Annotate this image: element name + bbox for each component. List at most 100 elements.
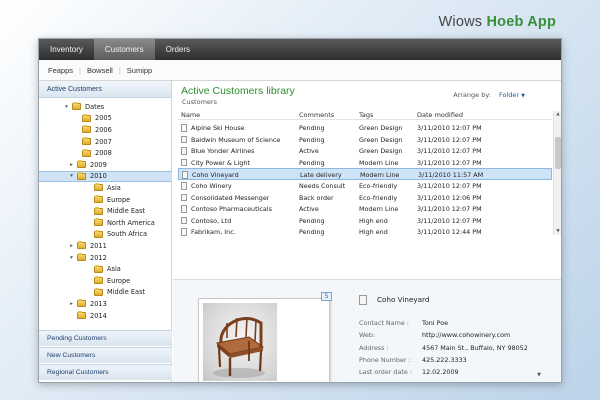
table-row[interactable]: Contoso Pharmaceuticals Active Modern Line…: [178, 203, 552, 215]
table-scrollbar[interactable]: ▲ ▼: [553, 111, 561, 235]
tab-inventory[interactable]: Inventory: [39, 39, 94, 60]
chevron-down-icon[interactable]: ▼: [537, 372, 541, 378]
tree-item[interactable]: ▸ 2013: [39, 298, 172, 310]
tree-item[interactable]: Europe: [39, 275, 172, 287]
tree-item-label: Middle East: [107, 207, 146, 216]
tree-item[interactable]: South Africa: [39, 229, 172, 241]
table-row[interactable]: City Power & Light Pending Modern Line 3/11…: [178, 157, 552, 169]
folder-icon: [94, 264, 103, 273]
folder-icon: [94, 276, 103, 285]
cell-comments: Pending: [299, 228, 325, 237]
tree-item-label: 2014: [90, 311, 107, 320]
expand-arrow-icon[interactable]: ▾: [63, 104, 70, 110]
cell-name: Alpine Ski House: [191, 124, 245, 132]
tree-item[interactable]: 2006: [39, 124, 172, 136]
chevron-down-icon[interactable]: ▼: [521, 93, 525, 99]
tree-item[interactable]: Europe: [39, 194, 172, 206]
tree-item[interactable]: Middle East: [39, 287, 172, 299]
arrange-by-label: Arrange by:: [453, 91, 491, 99]
table-row[interactable]: Coho Vineyard Late delivery Modern Line 3/1…: [178, 168, 552, 180]
folder-icon: [94, 183, 103, 192]
scroll-down-icon[interactable]: ▼: [554, 228, 561, 235]
tree-item[interactable]: ▸ 2011: [39, 240, 172, 252]
subnav-item-sumipp[interactable]: Sumipp: [127, 66, 152, 75]
tree-item[interactable]: ▾ 2010: [39, 170, 172, 183]
table-row[interactable]: Blue Yonder Airlines Active Green Design 3/…: [178, 145, 552, 157]
main-panel: Active Customers library Customers Arran…: [173, 81, 561, 383]
tree-item[interactable]: 2008: [39, 147, 172, 159]
cell-date: 3/11/2010 12:07 PM: [417, 158, 482, 167]
cell-name: Baldwin Museum of Science: [191, 135, 281, 144]
tree-item[interactable]: Asia: [39, 263, 172, 275]
scrollbar-thumb[interactable]: [555, 137, 561, 169]
subnav-separator: |: [79, 65, 81, 75]
document-icon: [181, 193, 187, 202]
field-value[interactable]: http://www.cohowinery.com: [422, 331, 510, 339]
sidebar: Active Customers ▾ Dates 2005 2006 2007 2008 ▸…: [39, 81, 172, 382]
tree-item[interactable]: ▾ Dates: [39, 101, 172, 113]
detail-customer-name: Coho Vineyard: [377, 295, 430, 304]
tree-item-label: Asia: [107, 183, 121, 192]
tab-orders[interactable]: Orders: [155, 39, 201, 60]
document-icon: [181, 158, 187, 167]
folder-icon: [77, 311, 86, 320]
subnav-item-bowsell[interactable]: Bowsell: [87, 66, 113, 75]
tree-item[interactable]: North America: [39, 217, 172, 229]
tree-item-label: 2010: [90, 172, 107, 181]
expand-arrow-icon[interactable]: ▸: [68, 301, 75, 307]
table-row[interactable]: Coho Winery Needs Consult Eco-friendly 3/11…: [178, 180, 552, 192]
field-value: SKU 45829X: [422, 381, 462, 383]
cell-name: City Power & Light: [191, 158, 250, 167]
folder-icon: [82, 125, 91, 134]
tab-customers[interactable]: Customers: [93, 39, 155, 60]
folder-icon: [82, 148, 91, 157]
folder-icon: [77, 171, 86, 180]
table-header: Name Comments Tags Date modified: [178, 110, 552, 120]
cell-comments: Pending: [299, 124, 325, 132]
cell-tags: Modern Line: [360, 171, 400, 180]
table-row[interactable]: Alpine Ski House Pending Green Design 3/11/…: [178, 122, 552, 134]
table-row[interactable]: Baldwin Museum of Science Pending Green De…: [178, 134, 552, 146]
cell-date: 3/11/2010 12:06 PM: [417, 193, 482, 202]
app-title-plain: Wiows: [438, 14, 483, 30]
cell-comments: Pending: [299, 135, 325, 144]
app-window: Inventory Customers Orders Feapps | Bows…: [38, 38, 562, 383]
expand-arrow-icon[interactable]: ▾: [68, 255, 75, 261]
column-header-comments[interactable]: Comments: [299, 111, 334, 119]
tree-item[interactable]: ▾ 2012: [39, 252, 172, 264]
expand-arrow-icon[interactable]: ▸: [68, 162, 75, 168]
sidebar-header-active-customers[interactable]: Active Customers: [39, 81, 171, 98]
expand-arrow-icon[interactable]: ▾: [68, 173, 75, 179]
table-row[interactable]: Contoso, Ltd Pending High end 3/11/2010 12:…: [178, 215, 552, 227]
column-header-date-modified[interactable]: Date modified: [417, 111, 463, 119]
sidebar-section-new-customers[interactable]: New Customers: [39, 347, 172, 363]
tree-item[interactable]: 2014: [39, 310, 172, 322]
tree-item[interactable]: Middle East: [39, 205, 172, 217]
table-row[interactable]: Fabrikam, Inc. Pending High end 3/11/2010 1…: [178, 226, 552, 238]
tree-item[interactable]: 2005: [39, 113, 172, 125]
tree-item[interactable]: ▸ 2009: [39, 159, 172, 171]
column-header-name[interactable]: Name: [181, 111, 200, 119]
tree-item[interactable]: Asia: [39, 182, 172, 194]
subnav-item-feapps[interactable]: Feapps: [48, 66, 73, 75]
image-count-badge[interactable]: 5: [321, 292, 332, 301]
document-icon: [181, 228, 187, 236]
app-title: Wiows Hoeb App: [439, 14, 556, 30]
column-header-tags[interactable]: Tags: [359, 111, 373, 119]
expand-arrow-icon[interactable]: ▸: [68, 243, 75, 249]
field-label: Item :: [359, 381, 378, 383]
table-row[interactable]: Consolidated Messenger Back order Eco-frie…: [178, 192, 552, 204]
arrange-by-value[interactable]: Folder: [499, 91, 519, 99]
folder-icon: [94, 206, 103, 215]
library-title: Active Customers library: [181, 85, 295, 97]
scroll-up-icon[interactable]: ▲: [554, 111, 561, 118]
field-label: Phone Number :: [359, 355, 411, 364]
sidebar-section-regional-customers[interactable]: Regional Customers: [39, 364, 172, 380]
tree-item[interactable]: 2007: [39, 136, 172, 148]
field-value: Toni Poe: [422, 319, 449, 327]
sidebar-section-pending-customers[interactable]: Pending Customers: [39, 330, 172, 346]
arrange-by-control[interactable]: Arrange by: Folder ▼: [453, 91, 525, 99]
folder-icon: [94, 287, 103, 296]
cell-name: Contoso Pharmaceuticals: [191, 205, 272, 214]
document-icon: [181, 124, 187, 132]
